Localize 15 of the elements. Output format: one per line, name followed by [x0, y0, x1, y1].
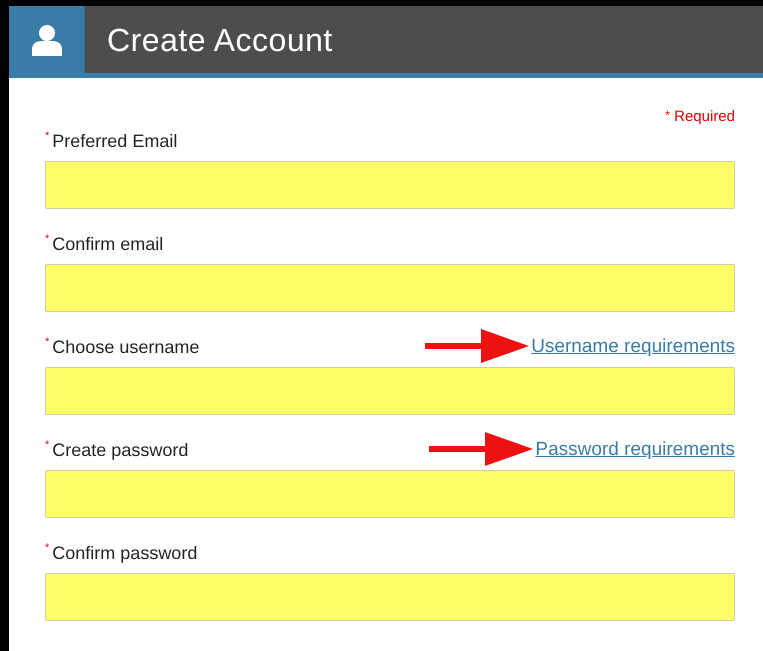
input-field[interactable] — [45, 367, 735, 415]
requirements-link[interactable]: Password requirements — [535, 436, 735, 464]
field-label: * Preferred Email — [45, 129, 178, 153]
field-label: * Confirm email — [45, 232, 164, 256]
requirements-link[interactable]: Username requirements — [531, 332, 735, 361]
required-note: * Required — [664, 107, 735, 126]
input-field[interactable] — [45, 161, 735, 209]
field-label: * Create password — [45, 438, 188, 462]
field-label: * Confirm password — [45, 541, 198, 565]
input-field[interactable] — [45, 264, 735, 312]
page-title: Create Account — [106, 20, 333, 60]
field-label: * Choose username — [45, 335, 200, 359]
input-field[interactable] — [45, 573, 735, 621]
input-field[interactable] — [45, 470, 735, 518]
user-icon — [30, 22, 64, 56]
